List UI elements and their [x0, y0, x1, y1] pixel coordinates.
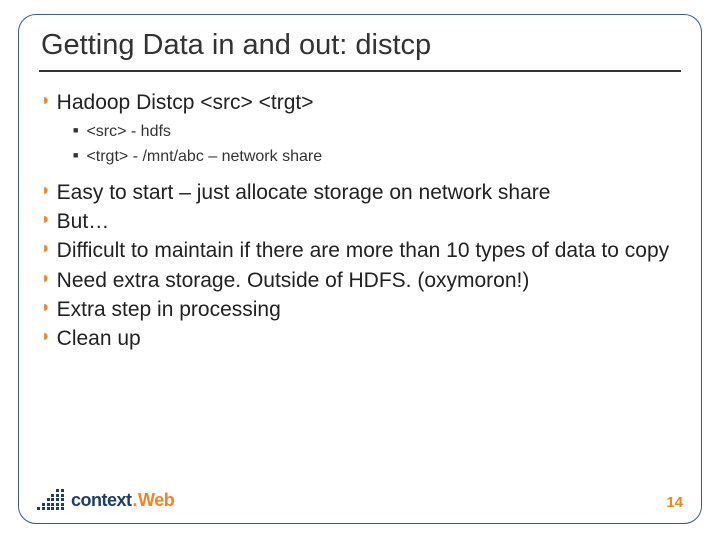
arrow-bullet-icon: ◗: [41, 268, 51, 290]
logo-mark-icon: [35, 487, 67, 513]
bullet-text: Need extra storage. Outside of HDFS. (ox…: [57, 268, 530, 293]
arrow-bullet-icon: ◗: [41, 238, 51, 260]
bullet-text: <src> - hdfs: [86, 121, 170, 143]
logo: context.Web: [35, 487, 174, 513]
logo-text-context: context: [71, 490, 132, 511]
logo-text: context.Web: [71, 490, 174, 511]
bullet-level2: ■ <trgt> - /mnt/abc – network share: [73, 146, 681, 168]
bullet-level1: ◗ Difficult to maintain if there are mor…: [41, 238, 681, 263]
arrow-bullet-icon: ◗: [41, 209, 51, 231]
slide: Getting Data in and out: distcp ◗ Hadoop…: [0, 0, 720, 540]
square-bullet-icon: ■: [73, 121, 78, 140]
arrow-bullet-icon: ◗: [41, 90, 51, 112]
bullet-text: But…: [57, 209, 110, 234]
bullet-level2: ■ <src> - hdfs: [73, 121, 681, 143]
bullet-text: <trgt> - /mnt/abc – network share: [86, 146, 322, 168]
slide-frame: Getting Data in and out: distcp ◗ Hadoop…: [18, 14, 702, 524]
bullet-level1: ◗ Need extra storage. Outside of HDFS. (…: [41, 268, 681, 293]
slide-body: ◗ Hadoop Distcp <src> <trgt> ■ <src> - h…: [39, 90, 681, 351]
bullet-text: Easy to start – just allocate storage on…: [57, 180, 551, 205]
bullet-level1: ◗ Clean up: [41, 326, 681, 351]
bullet-level1: ◗ Hadoop Distcp <src> <trgt>: [41, 90, 681, 115]
arrow-bullet-icon: ◗: [41, 180, 51, 202]
logo-text-web: Web: [138, 490, 174, 511]
footer: context.Web 14: [35, 487, 683, 513]
bullet-text: Hadoop Distcp <src> <trgt>: [57, 90, 314, 115]
sub-bullet-group: ■ <src> - hdfs ■ <trgt> - /mnt/abc – net…: [39, 121, 681, 168]
title-underline: [39, 70, 681, 72]
page-number: 14: [666, 494, 683, 513]
slide-title: Getting Data in and out: distcp: [39, 25, 681, 70]
bullet-text: Clean up: [57, 326, 141, 351]
bullet-level1: ◗ But…: [41, 209, 681, 234]
bullet-text: Extra step in processing: [57, 297, 281, 322]
arrow-bullet-icon: ◗: [41, 326, 51, 348]
bullet-level1: ◗ Easy to start – just allocate storage …: [41, 180, 681, 205]
arrow-bullet-icon: ◗: [41, 297, 51, 319]
bullet-text: Difficult to maintain if there are more …: [57, 238, 669, 263]
bullet-level1: ◗ Extra step in processing: [41, 297, 681, 322]
square-bullet-icon: ■: [73, 146, 78, 165]
